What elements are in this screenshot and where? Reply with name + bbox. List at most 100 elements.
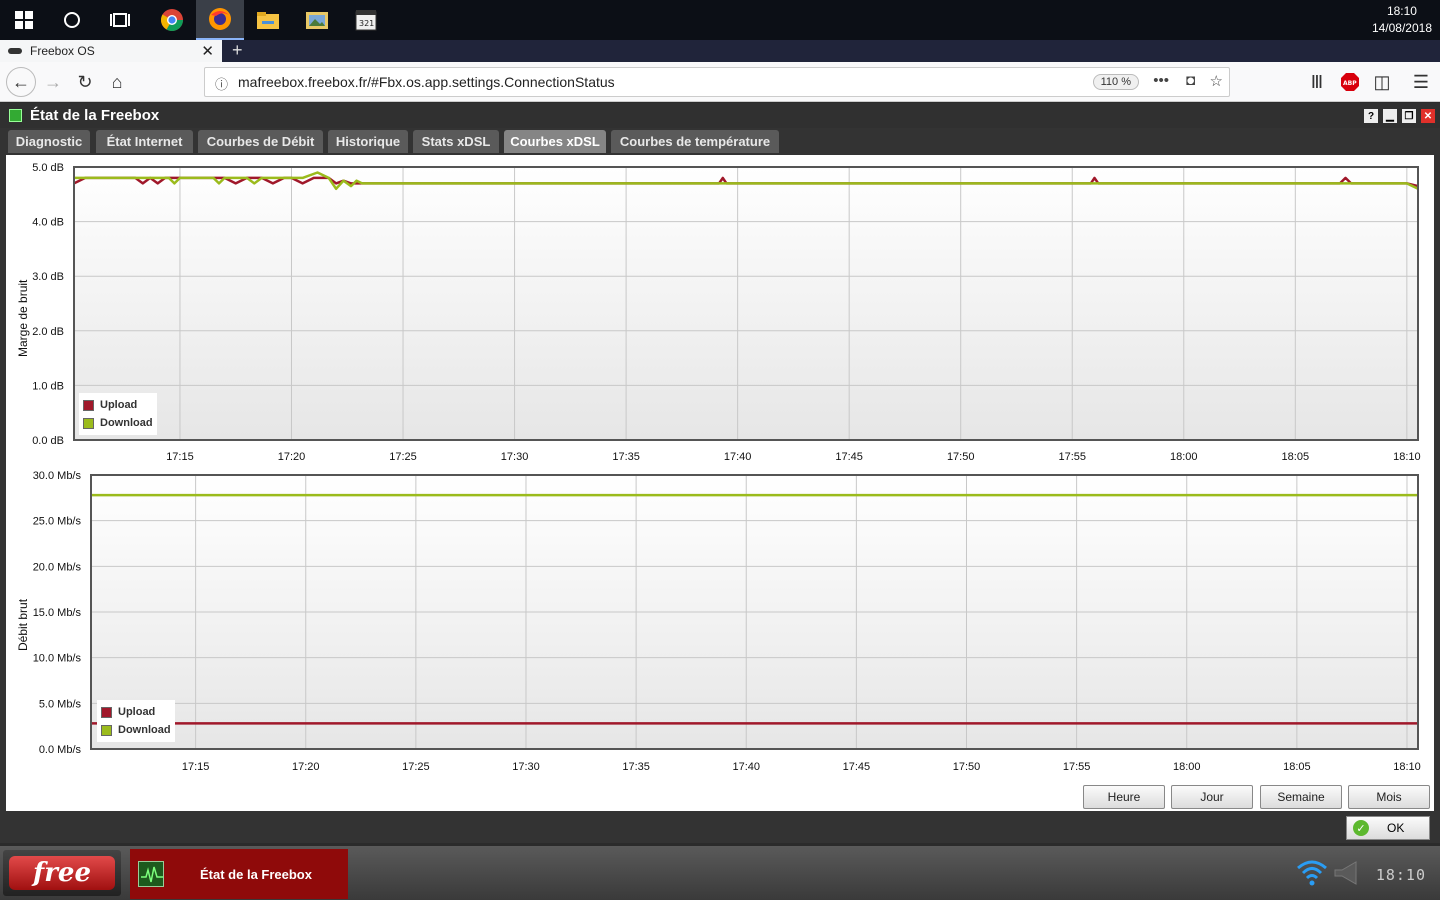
reload-icon[interactable]: ↻	[72, 69, 98, 95]
y-tick-label: 1.0 dB	[32, 380, 64, 392]
x-tick-label: 17:30	[501, 451, 529, 463]
firefox-icon[interactable]	[196, 0, 244, 40]
legend-upload: Upload	[83, 396, 153, 414]
heure-button[interactable]: Heure	[1083, 785, 1165, 809]
taskbar-app-etat-freebox[interactable]: État de la Freebox	[130, 849, 348, 899]
legend-download: Download	[101, 721, 171, 739]
upload-swatch	[83, 399, 94, 411]
new-tab-icon[interactable]: +	[232, 40, 243, 60]
y-tick-label: 0.0 dB	[32, 435, 64, 447]
y-tick-label: 20.0 Mb/s	[33, 561, 82, 573]
cortana-icon[interactable]	[48, 0, 96, 40]
x-tick-label: 17:50	[947, 451, 975, 463]
y-tick-label: 2.0 dB	[32, 326, 64, 338]
y-tick-label: 5.0 Mb/s	[39, 698, 82, 710]
zoom-level[interactable]: 110 %	[1092, 74, 1139, 90]
wifi-icon[interactable]	[1296, 858, 1328, 892]
system-clock[interactable]: 18:10 14/08/2018	[1372, 3, 1432, 37]
ok-button[interactable]: ✓ OK	[1346, 816, 1430, 840]
legend-download-label: Download	[100, 417, 153, 429]
tab-historique[interactable]: Historique	[328, 130, 408, 153]
windows-taskbar: 321 18:10 14/08/2018	[0, 0, 1440, 40]
app-window: État de la Freebox ? ▁ ❐ ✕ Diagnostic Ét…	[0, 103, 1440, 843]
task-view-icon[interactable]	[96, 0, 144, 40]
clock-time: 18:10	[1386, 4, 1417, 18]
dialog-footer: ✓ OK	[0, 811, 1440, 843]
jour-button[interactable]: Jour	[1171, 785, 1253, 809]
tab-courbes-debit[interactable]: Courbes de Débit	[198, 130, 323, 153]
noise-margin-legend: Upload Download	[79, 393, 157, 435]
browser-tab[interactable]: Freebox OS ✕	[0, 40, 222, 62]
sidebar-icon[interactable]: ◫	[1369, 69, 1395, 95]
bitrate-chart: 0.0 Mb/s 5.0 Mb/s 10.0 Mb/s 15.0 Mb/s 20.0 M…	[6, 465, 1434, 783]
clock-date: 14/08/2018	[1371, 21, 1432, 35]
tab-diagnostic[interactable]: Diagnostic	[8, 130, 90, 153]
tab-etat-internet[interactable]: État Internet	[96, 130, 193, 153]
free-menu-button[interactable]: free	[3, 850, 121, 896]
download-swatch	[101, 724, 112, 736]
library-icon[interactable]: Ⅲ	[1304, 69, 1330, 95]
minimize-icon[interactable]: ▁	[1383, 109, 1397, 123]
y-tick-label: 15.0 Mb/s	[33, 607, 82, 619]
x-tick-label: 17:15	[182, 761, 210, 773]
restore-icon[interactable]: ❐	[1402, 109, 1416, 123]
legend-upload: Upload	[101, 703, 171, 721]
x-tick-label: 18:00	[1170, 451, 1198, 463]
notifications-megaphone-icon[interactable]	[1332, 860, 1362, 892]
monitor-app-icon	[9, 109, 22, 122]
y-tick-label: 5.0 dB	[32, 162, 64, 174]
x-tick-label: 17:15	[166, 451, 194, 463]
free-logo: free	[9, 856, 115, 890]
bookmark-star-icon[interactable]: ☆	[1210, 72, 1223, 90]
close-window-icon[interactable]: ✕	[1421, 109, 1435, 123]
app-titlebar: État de la Freebox ? ▁ ❐ ✕	[0, 103, 1440, 128]
media-player-icon[interactable]: 321	[342, 0, 390, 40]
url-text[interactable]: mafreebox.freebox.fr/#Fbx.os.app.setting…	[238, 74, 615, 90]
bitrate-chart-svg: 0.0 Mb/s 5.0 Mb/s 10.0 Mb/s 15.0 Mb/s 20.0 M…	[33, 470, 1421, 773]
browser-navbar: ← → ↻ ⌂ ⓘ mafreebox.freebox.fr/#Fbx.os.a…	[0, 62, 1440, 102]
x-tick-label: 17:25	[389, 451, 417, 463]
monitor-app-icon	[138, 861, 164, 887]
x-tick-label: 17:45	[843, 761, 871, 773]
x-tick-label: 17:35	[612, 451, 640, 463]
back-icon[interactable]: ←	[6, 67, 36, 97]
url-bar[interactable]: ⓘ mafreebox.freebox.fr/#Fbx.os.app.setti…	[204, 67, 1230, 97]
y-tick-label: 10.0 Mb/s	[33, 653, 82, 665]
taskbar-app-label: État de la Freebox	[200, 867, 312, 882]
x-tick-label: 17:30	[512, 761, 540, 773]
y-tick-label: 30.0 Mb/s	[33, 470, 82, 482]
menu-icon[interactable]: ☰	[1408, 69, 1434, 95]
pocket-icon[interactable]: ◘	[1186, 72, 1195, 89]
x-tick-label: 18:05	[1283, 761, 1311, 773]
x-tick-label: 17:40	[724, 451, 752, 463]
chrome-icon[interactable]	[148, 0, 196, 40]
tab-stats-xdsl[interactable]: Stats xDSL	[413, 130, 499, 153]
photos-icon[interactable]	[293, 0, 341, 40]
help-icon[interactable]: ?	[1364, 109, 1378, 123]
x-tick-label: 18:00	[1173, 761, 1201, 773]
noise-margin-chart: 0.0 dB 1.0 dB 2.0 dB 3.0 dB 4.0 dB 5.0 dB 17:1…	[6, 155, 1434, 465]
tab-content: 0.0 dB 1.0 dB 2.0 dB 3.0 dB 4.0 dB 5.0 dB 17:1…	[6, 155, 1434, 811]
tab-courbes-temperature[interactable]: Courbes de température	[611, 130, 779, 153]
close-tab-icon[interactable]: ✕	[201, 42, 214, 60]
semaine-button[interactable]: Semaine	[1260, 785, 1342, 809]
home-icon[interactable]: ⌂	[104, 69, 130, 95]
forward-icon[interactable]: →	[40, 69, 66, 95]
tab-courbes-xdsl[interactable]: Courbes xDSL	[504, 130, 606, 153]
browser-tab-title: Freebox OS	[30, 44, 95, 58]
file-explorer-icon[interactable]	[244, 0, 292, 40]
plot-area	[73, 166, 1419, 441]
windows-start-icon[interactable]	[0, 0, 48, 40]
x-tick-label: 17:55	[1058, 451, 1086, 463]
svg-text:321: 321	[359, 19, 374, 28]
legend-upload-label: Upload	[118, 706, 156, 718]
x-tick-label: 17:40	[732, 761, 760, 773]
page-actions-icon[interactable]: •••	[1153, 72, 1169, 89]
info-icon[interactable]: ⓘ	[215, 74, 228, 93]
adblock-icon[interactable]: ABP	[1337, 69, 1363, 95]
x-tick-label: 18:10	[1393, 761, 1421, 773]
mois-button[interactable]: Mois	[1348, 785, 1430, 809]
y-tick-label: 3.0 dB	[32, 271, 64, 283]
upload-swatch	[101, 706, 112, 718]
os-clock: 18:10	[1375, 866, 1426, 884]
